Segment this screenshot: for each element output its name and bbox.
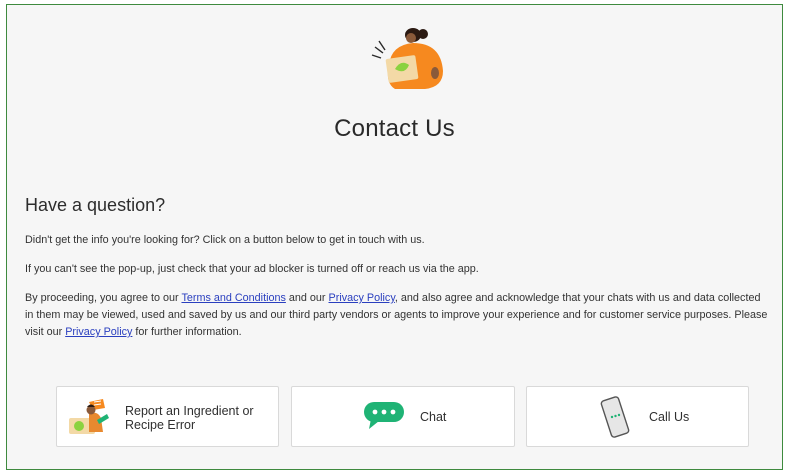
intro-text: Didn't get the info you're looking for? … [25, 234, 425, 246]
chat-label: Chat [420, 410, 447, 424]
consent-part-1: By proceeding, you agree to our [25, 292, 182, 304]
phone-icon [600, 396, 630, 438]
call-us-button[interactable]: Call Us [526, 386, 749, 447]
call-us-label: Call Us [649, 410, 690, 424]
report-error-button[interactable]: Report an Ingredient or Recipe Error [56, 386, 279, 447]
terms-and-conditions-link[interactable]: Terms and Conditions [181, 292, 285, 304]
chat-button[interactable]: Chat [291, 386, 515, 447]
consent-part-4: for further information. [132, 326, 242, 338]
consent-part-2: and our [285, 292, 329, 304]
chat-bubble-icon [364, 402, 404, 429]
page-title: Contact Us [334, 115, 455, 142]
report-illustration-icon [69, 399, 109, 434]
report-error-label: Report an Ingredient or Recipe Error [125, 404, 254, 432]
popup-note-text: If you can't see the pop-up, just check … [25, 263, 479, 275]
privacy-policy-link[interactable]: Privacy Policy [329, 292, 395, 304]
contact-hero-illustration-icon [371, 28, 443, 89]
section-heading: Have a question? [25, 195, 166, 215]
consent-text: By proceeding, you agree to our Terms an… [25, 290, 771, 341]
privacy-policy-link-2[interactable]: Privacy Policy [65, 326, 132, 338]
contact-page: Contact Us Have a question? Didn't get t… [6, 4, 783, 470]
